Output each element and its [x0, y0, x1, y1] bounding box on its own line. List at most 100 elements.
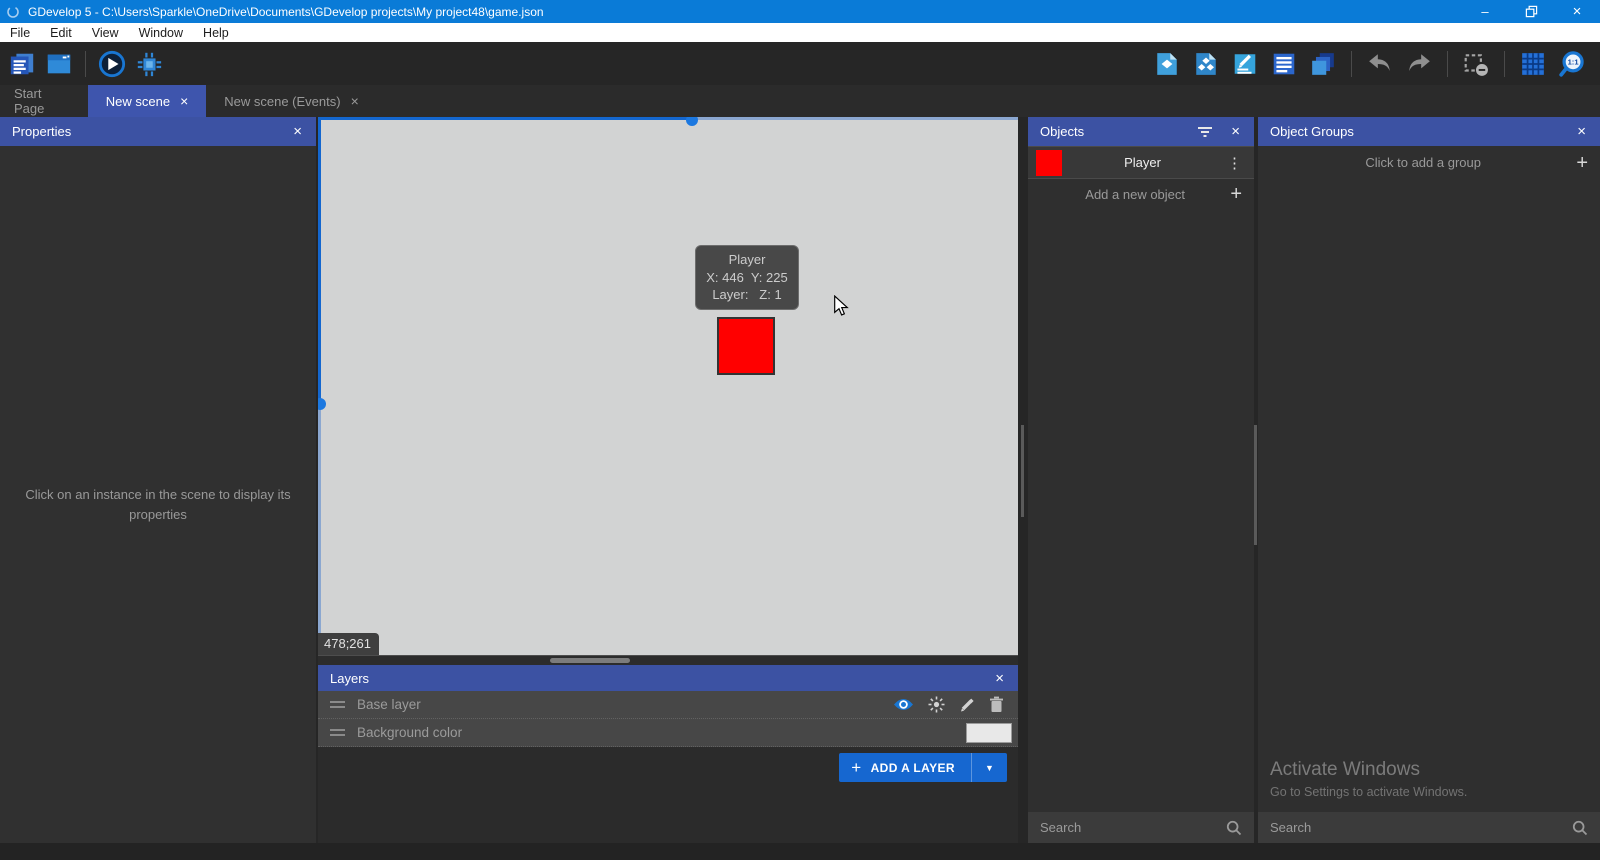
layer-name: Base layer	[357, 697, 893, 712]
close-objects-icon[interactable]: ×	[1229, 123, 1242, 140]
toolbar-left-group	[0, 50, 163, 78]
instance-properties-icon	[1232, 51, 1258, 77]
menu-help[interactable]: Help	[193, 23, 239, 42]
restore-icon	[1525, 5, 1538, 18]
objects-search-input[interactable]	[1040, 820, 1226, 835]
close-object-groups-icon[interactable]: ×	[1575, 123, 1588, 140]
play-icon	[98, 49, 126, 79]
visibility-eye-icon[interactable]	[893, 697, 914, 712]
objects-editor-icon	[1154, 51, 1180, 77]
redo-button[interactable]	[1405, 50, 1433, 78]
layers-editor-button[interactable]	[1309, 50, 1337, 78]
add-layer-main[interactable]: + ADD A LAYER	[839, 753, 971, 782]
tooltip-layer: Layer: Z: 1	[698, 286, 796, 304]
tab-close-icon[interactable]: ×	[351, 94, 359, 108]
delete-layer-trash-icon[interactable]	[989, 696, 1004, 713]
menu-view[interactable]: View	[82, 23, 129, 42]
grid-icon	[1520, 51, 1546, 77]
menu-bar: File Edit View Window Help	[0, 23, 1600, 42]
project-manager-icon	[8, 49, 36, 79]
debug-chip-icon	[135, 49, 163, 79]
scrollbar-thumb[interactable]	[550, 658, 630, 663]
background-color-swatch[interactable]	[966, 723, 1012, 743]
close-layers-icon[interactable]: ×	[993, 670, 1006, 687]
toggle-grid-button[interactable]	[1519, 50, 1547, 78]
canvas-horizontal-scrollbar[interactable]	[318, 656, 1018, 665]
scene-canvas[interactable]: Player X: 446 Y: 225 Layer: Z: 1 478;261	[318, 117, 1018, 655]
tab-label: New scene (Events)	[224, 94, 340, 109]
canvas-vscroll-line	[318, 405, 321, 655]
close-properties-icon[interactable]: ×	[291, 123, 304, 140]
player-instance[interactable]	[717, 317, 775, 375]
canvas-vscroll-line	[318, 117, 321, 405]
tab-new-scene-events[interactable]: New scene (Events) ×	[210, 85, 373, 117]
properties-panel: Properties × Click on an instance in the…	[0, 117, 316, 843]
properties-panel-title: Properties	[12, 124, 71, 139]
groups-search-input[interactable]	[1270, 820, 1572, 835]
canvas-vscroll-handle[interactable]	[318, 398, 326, 410]
add-layer-dropdown[interactable]: ▼	[971, 753, 1007, 782]
tab-new-scene[interactable]: New scene ×	[88, 85, 206, 117]
window-title: GDevelop 5 - C:\Users\Sparkle\OneDrive\D…	[28, 5, 544, 19]
drag-handle-icon[interactable]	[330, 701, 345, 708]
add-layer-button[interactable]: + ADD A LAYER ▼	[839, 753, 1007, 782]
restore-button[interactable]	[1508, 0, 1554, 23]
clear-selection-button[interactable]	[1462, 50, 1490, 78]
canvas-hscroll-handle[interactable]	[686, 117, 698, 126]
layer-effects-icon[interactable]	[928, 696, 945, 713]
drag-handle-icon[interactable]	[330, 729, 345, 736]
add-object-row[interactable]: Add a new object +	[1028, 179, 1254, 209]
menu-window[interactable]: Window	[129, 23, 193, 42]
canvas-hscroll-line	[694, 117, 1018, 120]
add-layer-label: ADD A LAYER	[871, 761, 955, 775]
instances-list-button[interactable]	[1270, 50, 1298, 78]
layers-panel: Layers × Base layer	[318, 665, 1018, 843]
objects-editor-button[interactable]	[1153, 50, 1181, 78]
undo-icon	[1367, 51, 1393, 77]
instances-list-icon	[1271, 51, 1297, 77]
start-page-window-icon	[45, 49, 73, 79]
filter-icon[interactable]	[1197, 126, 1213, 138]
tab-label: New scene	[106, 94, 170, 109]
layer-row-base[interactable]: Base layer	[318, 691, 1018, 719]
title-bar: GDevelop 5 - C:\Users\Sparkle\OneDrive\D…	[0, 0, 1600, 23]
object-groups-button[interactable]	[1192, 50, 1220, 78]
start-page-button[interactable]	[45, 50, 73, 78]
object-thumbnail	[1036, 150, 1062, 176]
preview-button[interactable]	[98, 50, 126, 78]
add-group-row[interactable]: Click to add a group +	[1258, 146, 1600, 179]
properties-empty-message: Click on an instance in the scene to dis…	[8, 485, 308, 525]
editor-tabbar: Start Page New scene × New scene (Events…	[0, 85, 1600, 117]
minimize-button[interactable]: –	[1462, 0, 1508, 23]
close-icon: ×	[1573, 3, 1582, 20]
minimize-icon: –	[1481, 4, 1488, 19]
tab-start-page[interactable]: Start Page	[0, 85, 84, 117]
gdevelop-window: GDevelop 5 - C:\Users\Sparkle\OneDrive\D…	[0, 0, 1600, 860]
layer-row-background[interactable]: Background color	[318, 719, 1018, 747]
object-groups-panel-title: Object Groups	[1270, 124, 1354, 139]
project-manager-button[interactable]	[8, 50, 36, 78]
menu-edit[interactable]: Edit	[40, 23, 82, 42]
canvas-hscroll-line	[318, 117, 694, 120]
object-menu-icon[interactable]: ⋮	[1223, 154, 1246, 172]
add-object-label: Add a new object	[1040, 187, 1230, 202]
edit-layer-pencil-icon[interactable]	[959, 697, 975, 713]
plus-icon: +	[1576, 153, 1588, 173]
toolbar-separator	[1447, 51, 1448, 77]
close-button[interactable]: ×	[1554, 0, 1600, 23]
undo-button[interactable]	[1366, 50, 1394, 78]
main-toolbar: 1:1	[0, 42, 1600, 85]
zoom-original-button[interactable]: 1:1	[1558, 50, 1586, 78]
object-row-player[interactable]: Player ⋮	[1028, 146, 1254, 179]
objects-panel-scrollbar[interactable]	[1021, 425, 1024, 517]
watermark-title: Activate Windows	[1270, 759, 1467, 781]
search-icon	[1226, 820, 1242, 836]
plus-icon: +	[851, 758, 861, 778]
menu-file[interactable]: File	[0, 23, 40, 42]
object-name: Player	[1062, 155, 1223, 170]
tab-close-icon[interactable]: ×	[180, 94, 188, 108]
instance-properties-button[interactable]	[1231, 50, 1259, 78]
mouse-cursor	[833, 295, 849, 316]
groups-panel-scrollbar[interactable]	[1254, 425, 1257, 545]
debug-button[interactable]	[135, 50, 163, 78]
